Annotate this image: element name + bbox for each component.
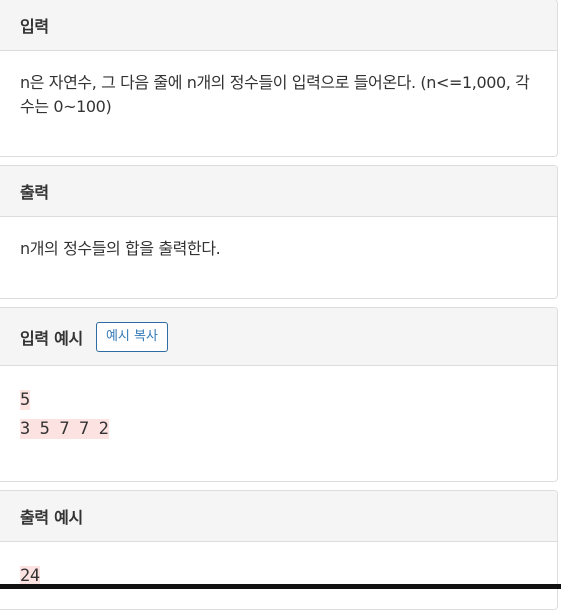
- sample-input-line: 5: [20, 386, 537, 415]
- input-description: n은 자연수, 그 다음 줄에 n개의 정수들이 입력으로 들어온다. (n<=…: [0, 51, 557, 119]
- input-panel-header: 입력: [0, 0, 557, 51]
- sample-input-panel-title: 입력 예시: [20, 328, 83, 348]
- sample-input-block: 5 3 5 7 7 2: [0, 366, 557, 444]
- input-panel-title: 입력: [20, 17, 49, 36]
- sample-output-panel-header: 출력 예시: [0, 491, 557, 542]
- sample-input-line: 3 5 7 7 2: [20, 415, 537, 444]
- output-description-text: n개의 정수들의 합을 출력한다.: [20, 239, 221, 258]
- input-description-text: n은 자연수, 그 다음 줄에 n개의 정수들이 입력으로 들어온다. (n<=…: [20, 73, 530, 116]
- sample-output-line-1: 24: [20, 566, 40, 586]
- copy-sample-button[interactable]: 예시 복사: [95, 321, 168, 352]
- sample-output-panel: 출력 예시 24: [0, 490, 558, 610]
- output-panel-title: 출력: [20, 183, 49, 202]
- bottom-edge-bar: [0, 584, 561, 589]
- sample-output-panel-title: 출력 예시: [20, 508, 83, 527]
- sample-input-panel-header: 입력 예시 예시 복사: [0, 308, 557, 366]
- output-panel-header: 출력: [0, 166, 557, 217]
- sample-input-panel: 입력 예시 예시 복사 5 3 5 7 7 2: [0, 307, 558, 482]
- output-description: n개의 정수들의 합을 출력한다.: [0, 217, 557, 261]
- input-panel: 입력 n은 자연수, 그 다음 줄에 n개의 정수들이 입력으로 들어온다. (…: [0, 0, 558, 157]
- sample-input-line-1: 5: [20, 390, 30, 410]
- output-panel: 출력 n개의 정수들의 합을 출력한다.: [0, 165, 558, 299]
- sample-input-line-2: 3 5 7 7 2: [20, 419, 109, 439]
